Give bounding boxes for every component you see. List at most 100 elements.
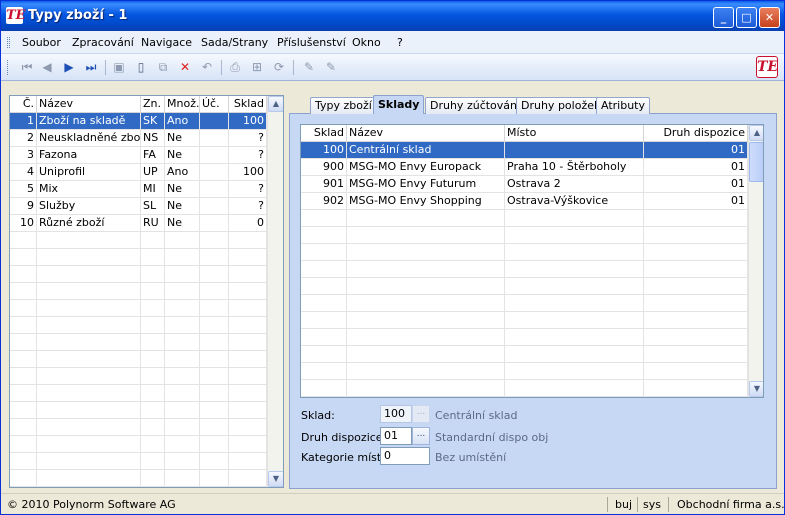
- print-icon[interactable]: ⎙: [227, 59, 243, 75]
- col-header-place[interactable]: Místo: [505, 125, 644, 142]
- undo-icon[interactable]: ↶: [199, 59, 215, 75]
- table-row[interactable]: [301, 380, 748, 397]
- menu-grip-icon[interactable]: [7, 37, 10, 48]
- table-row[interactable]: [301, 295, 748, 312]
- title-bar[interactable]: TE Typy zboží - 1 _ □ ✕: [1, 1, 784, 31]
- table-row[interactable]: [10, 232, 267, 249]
- table-row[interactable]: [10, 419, 267, 436]
- table-row[interactable]: 3 Fazona FA Ne?: [10, 147, 267, 164]
- table-row[interactable]: [301, 261, 748, 278]
- warehouses-grid[interactable]: Sklad Název Místo Druh dispozice 100 Cent…: [300, 124, 764, 398]
- table-row[interactable]: [10, 249, 267, 266]
- col-header-warehouse[interactable]: Sklad: [301, 125, 347, 142]
- close-button[interactable]: ✕: [759, 7, 780, 28]
- first-record-icon[interactable]: ⏮: [19, 59, 35, 75]
- table-row[interactable]: 1 Zboží na skladě SK Ano 100: [10, 113, 267, 130]
- copy-icon[interactable]: ⧉: [155, 59, 171, 75]
- table-row[interactable]: [10, 368, 267, 385]
- druh-dispozice-input[interactable]: 01: [380, 427, 412, 445]
- right-grid-scrollbar[interactable]: ▲ ▼: [748, 125, 763, 397]
- table-row[interactable]: [10, 351, 267, 368]
- table-cell: [141, 249, 165, 265]
- menu-prislusenstvi[interactable]: Příslušenství: [277, 36, 346, 49]
- grid-header: Č. Název Zn. Množ. Úč. Sklad: [10, 96, 267, 113]
- minimize-button[interactable]: _: [713, 7, 734, 28]
- col-header-quantity[interactable]: Množ.: [165, 96, 200, 113]
- table-cell: [229, 283, 267, 299]
- window-title: Typy zboží - 1: [28, 8, 128, 23]
- sklad-browse-button[interactable]: ...: [412, 405, 430, 423]
- table-row[interactable]: [10, 402, 267, 419]
- save-icon[interactable]: ▣: [111, 59, 127, 75]
- table-row[interactable]: [301, 363, 748, 380]
- table-row[interactable]: 901 MSG-MO Envy Futurum Ostrava 2 01: [301, 176, 748, 193]
- toolbar-grip-icon[interactable]: [7, 60, 10, 75]
- col-header-code[interactable]: Zn.: [141, 96, 165, 113]
- table-row[interactable]: 4 Uniprofil UP Ano 100: [10, 164, 267, 181]
- edit-alt-icon[interactable]: ✎: [323, 59, 339, 75]
- delete-icon[interactable]: ✕: [177, 59, 193, 75]
- table-row[interactable]: [301, 346, 748, 363]
- table-row[interactable]: [301, 210, 748, 227]
- prev-record-icon[interactable]: ◀: [39, 59, 55, 75]
- col-header-account[interactable]: Úč.: [200, 96, 229, 113]
- col-header-disposition[interactable]: Druh dispozice: [644, 125, 748, 142]
- druh-dispozice-browse-button[interactable]: ...: [412, 427, 430, 445]
- left-grid-scrollbar[interactable]: ▲ ▼: [267, 96, 283, 487]
- next-record-icon[interactable]: ▶: [61, 59, 77, 75]
- col-header-name[interactable]: Název: [347, 125, 505, 142]
- col-header-name[interactable]: Název: [37, 96, 141, 113]
- menu-zpracovani[interactable]: Zpracování: [72, 36, 134, 49]
- tab-sklady[interactable]: Sklady: [373, 95, 425, 114]
- table-row[interactable]: 5 Mix MI Ne?: [10, 181, 267, 198]
- table-row[interactable]: [10, 283, 267, 300]
- table-row[interactable]: [10, 470, 267, 487]
- new-icon[interactable]: ▯: [133, 59, 149, 75]
- scroll-up-icon[interactable]: ▲: [268, 96, 283, 112]
- table-row[interactable]: [10, 453, 267, 470]
- menu-sada-strany[interactable]: Sada/Strany: [201, 36, 268, 49]
- menu-navigace[interactable]: Navigace: [141, 36, 192, 49]
- table-row[interactable]: [301, 244, 748, 261]
- table-row[interactable]: [10, 334, 267, 351]
- table-row[interactable]: [10, 266, 267, 283]
- table-row[interactable]: [10, 436, 267, 453]
- table-row[interactable]: [301, 227, 748, 244]
- kategorie-mista-input[interactable]: 0: [380, 447, 430, 465]
- table-row[interactable]: [301, 329, 748, 346]
- table-row[interactable]: 2 Neuskladněné zboží NS Ne?: [10, 130, 267, 147]
- scroll-down-icon[interactable]: ▼: [749, 381, 763, 397]
- item-types-grid[interactable]: Č. Název Zn. Množ. Úč. Sklad 1 Zboží na s…: [9, 95, 284, 488]
- table-row[interactable]: [301, 312, 748, 329]
- menu-soubor[interactable]: Soubor: [22, 36, 61, 49]
- table-row[interactable]: [10, 317, 267, 334]
- scroll-thumb[interactable]: [749, 142, 763, 182]
- table-row[interactable]: 10 Různé zboží RU Ne 0: [10, 215, 267, 232]
- edit-icon[interactable]: ✎: [301, 59, 317, 75]
- menu-okno[interactable]: Okno: [352, 36, 381, 49]
- refresh-icon[interactable]: ⟳: [271, 59, 287, 75]
- tree-icon[interactable]: ⊞: [249, 59, 265, 75]
- col-header-number[interactable]: Č.: [10, 96, 37, 113]
- tab-typy-zbozi[interactable]: Typy zboží: [310, 97, 377, 114]
- table-row[interactable]: 100 Centrální sklad 01: [301, 142, 748, 159]
- table-cell: [229, 266, 267, 282]
- table-row[interactable]: [10, 300, 267, 317]
- tab-druhy-polozek[interactable]: Druhy položek: [516, 97, 606, 114]
- menu-help[interactable]: ?: [397, 36, 403, 49]
- table-cell: [200, 368, 229, 384]
- table-row[interactable]: 900 MSG-MO Envy Europack Praha 10 - Štěrbo…: [301, 159, 748, 176]
- scroll-down-icon[interactable]: ▼: [268, 471, 283, 487]
- table-row[interactable]: [10, 385, 267, 402]
- last-record-icon[interactable]: ⏭: [83, 59, 99, 75]
- maximize-button[interactable]: □: [736, 7, 757, 28]
- sklad-input[interactable]: 100: [380, 405, 412, 423]
- table-cell: [301, 312, 347, 328]
- table-row[interactable]: 9 Služby SL Ne?: [10, 198, 267, 215]
- scroll-up-icon[interactable]: ▲: [749, 125, 763, 141]
- table-row[interactable]: 902 MSG-MO Envy Shopping Ostrava-Výškovice…: [301, 193, 748, 210]
- tab-druhy-zuctovani[interactable]: Druhy zúčtování: [425, 97, 526, 114]
- col-header-warehouse[interactable]: Sklad: [229, 96, 267, 113]
- tab-atributy[interactable]: Atributy: [596, 97, 650, 114]
- table-row[interactable]: [301, 278, 748, 295]
